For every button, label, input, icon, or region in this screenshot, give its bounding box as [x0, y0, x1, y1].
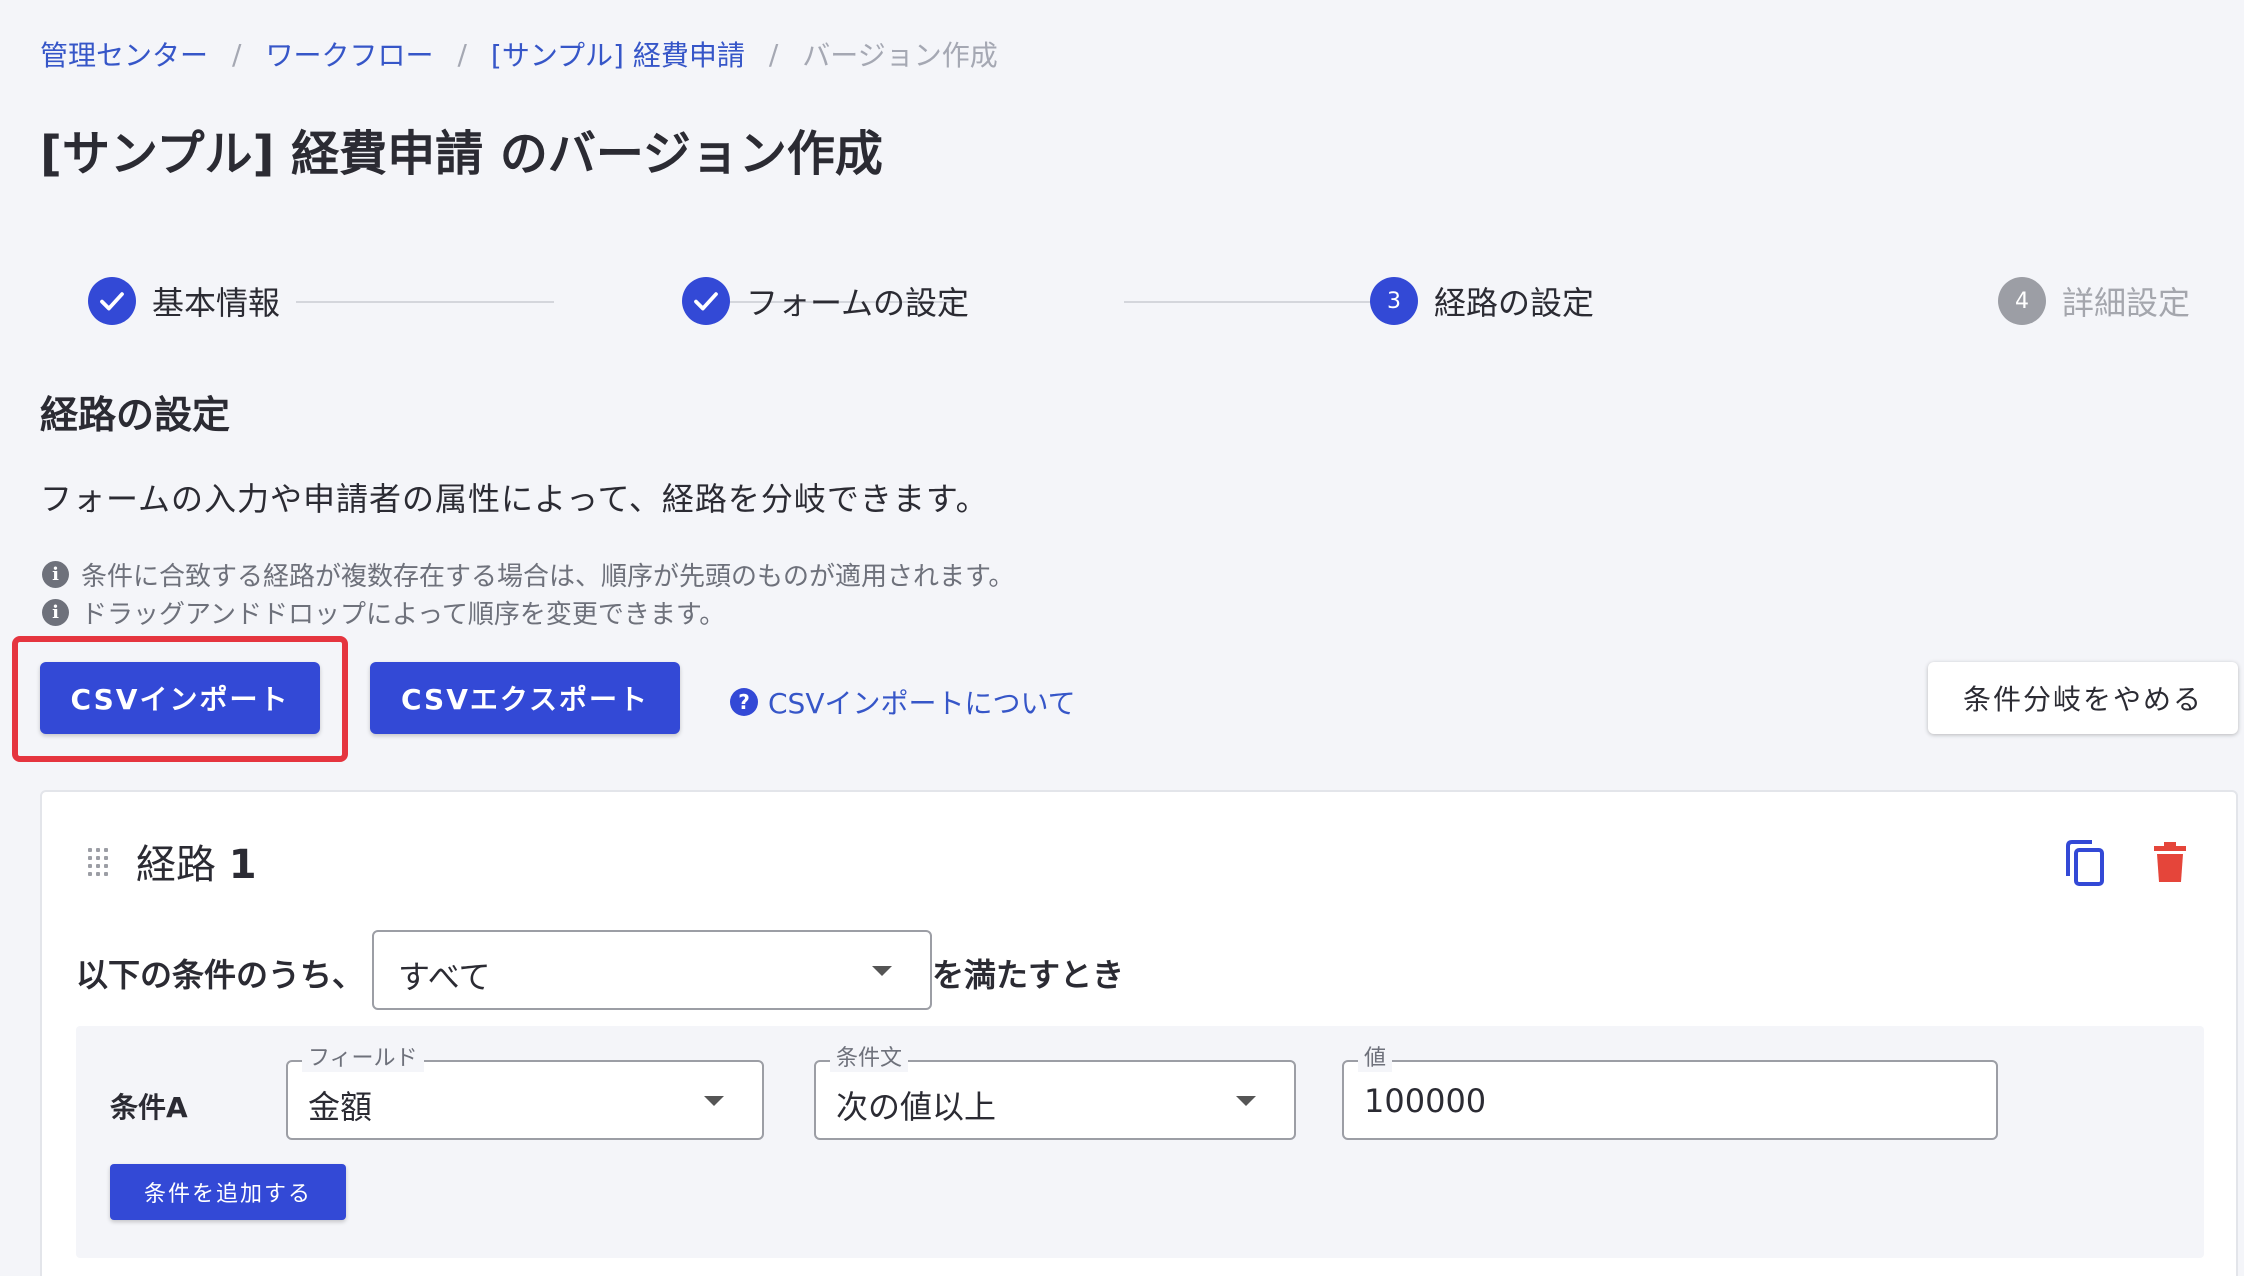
add-condition-button[interactable]: 条件を追加する: [110, 1164, 346, 1220]
breadcrumb-separator: /: [232, 37, 242, 71]
step-label: 詳細設定: [2062, 284, 2191, 322]
section-description: フォームの入力や申請者の属性によって、経路を分岐できます。: [40, 480, 989, 518]
value-input[interactable]: 値 100000: [1342, 1046, 1998, 1140]
value-input-label: 値: [1358, 1046, 1393, 1072]
drag-handle-icon[interactable]: [88, 848, 110, 878]
step-label: 経路の設定: [1434, 284, 1595, 322]
chevron-down-icon: [1236, 1096, 1256, 1106]
info-icon: i: [42, 561, 69, 588]
info-note: i ドラッグアンドドロップによって順序を変更できます。: [42, 594, 725, 631]
chevron-down-icon: [704, 1096, 724, 1106]
step-connector: [296, 301, 554, 303]
condition-panel: 条件A フィールド 金額 条件文 次の値以上 値 100000 条件を追加する: [76, 1026, 2204, 1258]
route-card: 経路 1 以下の条件のうち、 すべて を満たすとき 条件A フィールド 金額 条…: [40, 790, 2238, 1276]
match-mode-select[interactable]: すべて: [372, 930, 932, 1010]
breadcrumb-separator: /: [768, 37, 779, 71]
csv-import-help-link[interactable]: ? CSVインポートについて: [730, 682, 1076, 722]
trash-icon[interactable]: [2152, 840, 2188, 884]
chevron-down-icon: [872, 966, 892, 976]
info-note: i 条件に合致する経路が複数存在する場合は、順序が先頭のものが適用されます。: [42, 556, 1014, 593]
step-number: 3: [1370, 277, 1418, 325]
step-number: 4: [1998, 277, 2046, 325]
stepper: 基本情報 フォームの設定 3 経路の設定 4 詳細設定: [88, 276, 2190, 326]
operator-select-label: 条件文: [830, 1046, 909, 1072]
section-title: 経路の設定: [40, 393, 231, 437]
breadcrumb-separator: /: [457, 37, 467, 71]
stop-branching-button[interactable]: 条件分岐をやめる: [1928, 662, 2238, 734]
condition-name: 条件A: [110, 1091, 188, 1124]
info-icon: i: [42, 599, 69, 626]
breadcrumb-admin-center[interactable]: 管理センター: [40, 34, 208, 74]
csv-import-button[interactable]: CSVインポート: [40, 662, 320, 734]
info-note-text: 条件に合致する経路が複数存在する場合は、順序が先頭のものが適用されます。: [81, 562, 1015, 592]
field-select-value: 金額: [308, 1088, 373, 1126]
step-route-settings: 3 経路の設定: [1370, 276, 1594, 326]
step-label: フォームの設定: [746, 284, 970, 322]
breadcrumb-workflow[interactable]: ワークフロー: [265, 34, 433, 74]
operator-select-value: 次の値以上: [836, 1088, 997, 1126]
step-label: 基本情報: [152, 284, 281, 322]
step-basic-info: 基本情報: [88, 276, 280, 326]
match-mode-value: すべて: [398, 958, 491, 996]
field-select-label: フィールド: [302, 1046, 424, 1072]
copy-icon[interactable]: [2062, 840, 2106, 888]
check-icon: [682, 277, 730, 325]
step-detail-settings: 4 詳細設定: [1998, 276, 2190, 326]
operator-select[interactable]: 条件文 次の値以上: [814, 1046, 1296, 1140]
breadcrumb-sample-expense[interactable]: [サンプル] 経費申請: [491, 34, 745, 74]
help-icon: ?: [730, 688, 758, 716]
csv-import-help-label: CSVインポートについて: [768, 687, 1076, 720]
breadcrumb: 管理センター / ワークフロー / [サンプル] 経費申請 / バージョン作成: [40, 34, 998, 74]
value-input-value: 100000: [1364, 1082, 1487, 1120]
info-note-text: ドラッグアンドドロップによって順序を変更できます。: [81, 600, 726, 630]
route-title: 経路 1: [136, 842, 257, 888]
condition-suffix: を満たすとき: [932, 956, 1125, 994]
csv-export-button[interactable]: CSVエクスポート: [370, 662, 680, 734]
page-title: [サンプル] 経費申請 のバージョン作成: [40, 126, 883, 182]
breadcrumb-current: バージョン作成: [802, 39, 998, 72]
step-form-settings: フォームの設定: [682, 276, 969, 326]
condition-prefix: 以下の条件のうち、: [76, 956, 365, 994]
step-connector: [1124, 301, 1396, 303]
field-select[interactable]: フィールド 金額: [286, 1046, 764, 1140]
check-icon: [88, 277, 136, 325]
